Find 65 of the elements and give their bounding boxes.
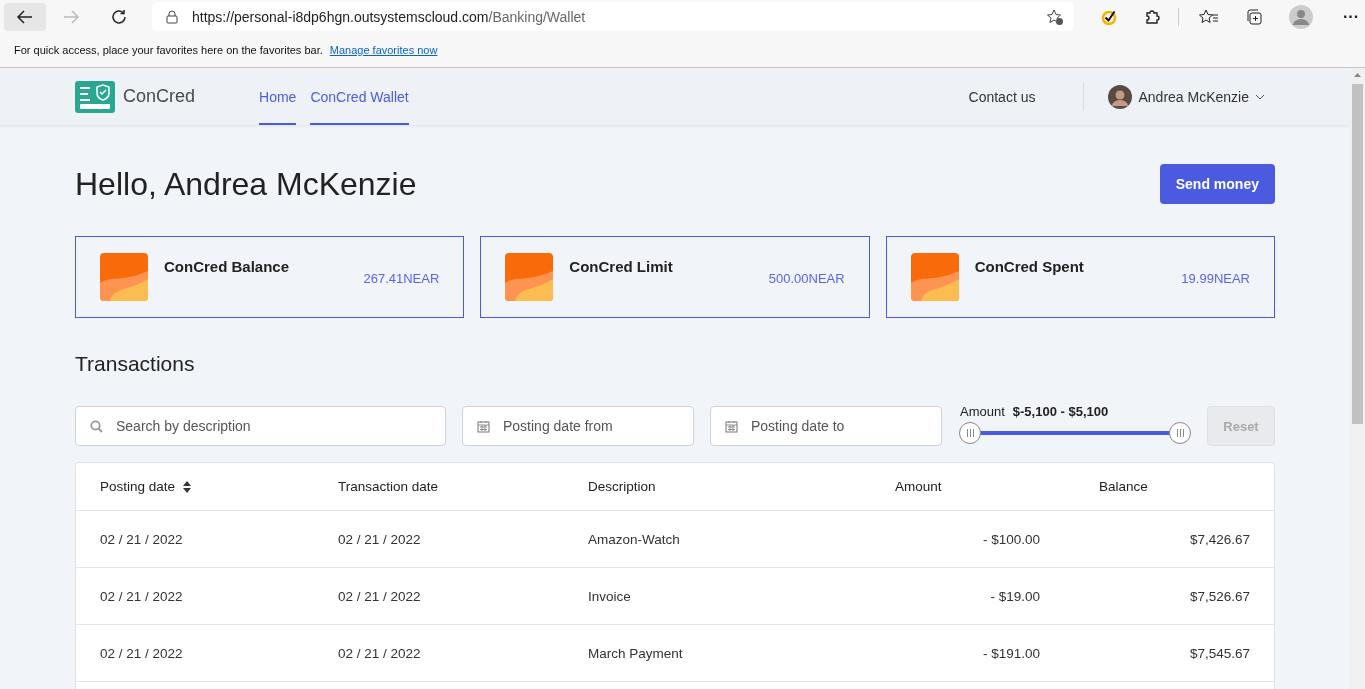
nav-tab[interactable]: ConCred Wallet <box>310 68 409 125</box>
date-from-field[interactable]: Posting date from <box>462 406 694 446</box>
table-cell: March Payment <box>588 645 683 661</box>
back-button[interactable] <box>4 2 46 31</box>
manage-favorites-link[interactable]: Manage favorites now <box>329 44 438 56</box>
table-cell: 02 / 21 / 2022 <box>338 645 421 661</box>
card-value: 500.00NEAR <box>768 271 845 286</box>
calendar-icon <box>477 420 490 433</box>
table-cell: - $191.00 <box>982 645 1040 661</box>
column-header[interactable]: Amount <box>895 479 942 494</box>
logo-icon <box>75 80 115 113</box>
refresh-icon <box>110 7 128 26</box>
send-money-button[interactable]: Send money <box>1159 164 1275 204</box>
back-arrow-icon <box>16 7 34 26</box>
card-title: ConCred Spent <box>974 258 1085 275</box>
sort-icon[interactable] <box>183 480 192 493</box>
search-field[interactable]: Search by description <box>75 406 446 446</box>
address-bar[interactable]: https://personal-i8dp6hgn.outsystemscloud.com/Banking/Wallet <box>152 2 1074 31</box>
table-cell: $7,526.67 <box>1189 588 1250 604</box>
search-icon <box>90 420 103 433</box>
brand-name: ConCred <box>123 86 196 107</box>
card-value: 19.99NEAR <box>1181 271 1250 286</box>
scrollbar[interactable] <box>1350 68 1365 689</box>
amount-label: Amount <box>960 403 1005 419</box>
card-title: ConCred Balance <box>164 258 291 275</box>
table-cell: 02 / 21 / 2022 <box>100 531 183 547</box>
table-cell: 02 / 21 / 2022 <box>100 645 183 661</box>
amount-range: $-5,100 - $5,100 <box>1012 403 1109 419</box>
table-cell: - $19.00 <box>990 588 1040 604</box>
favorites-icon[interactable] <box>1199 7 1219 26</box>
column-header[interactable]: Transaction date <box>338 479 439 494</box>
card-icon <box>100 253 148 301</box>
chevron-down-icon <box>1255 93 1265 100</box>
card-icon <box>910 253 959 301</box>
table-cell: $7,426.67 <box>1189 531 1250 547</box>
card-icon <box>505 253 554 301</box>
lock-icon <box>166 9 178 24</box>
table-cell: 02 / 21 / 2022 <box>100 588 183 604</box>
contact-link[interactable]: Contact us <box>968 88 1036 105</box>
nav-tab[interactable]: Home <box>259 68 297 125</box>
table-cell: Invoice <box>588 588 631 604</box>
card-value: 267.41NEAR <box>363 271 440 286</box>
favorites-prompt: For quick access, place your favorites here on the favorites bar. <box>14 44 323 56</box>
column-header[interactable]: Description <box>588 479 656 494</box>
user-menu[interactable]: Andrea McKenzie <box>1108 84 1275 109</box>
section-title: Transactions <box>75 352 196 377</box>
table-cell: Amazon-Watch <box>588 531 680 547</box>
card-title: ConCred Limit <box>569 258 674 275</box>
table-cell: 02 / 21 / 2022 <box>338 531 421 547</box>
greeting: Hello, Andrea McKenzie <box>75 165 417 203</box>
forward-arrow-icon <box>62 7 80 26</box>
table-cell: $7,545.67 <box>1189 645 1250 661</box>
column-header[interactable]: Posting date <box>100 479 176 494</box>
add-favorite-icon[interactable] <box>1046 7 1064 26</box>
more-button[interactable]: ··· <box>1337 7 1365 26</box>
avatar <box>1108 84 1133 109</box>
date-to-field[interactable]: Posting date to <box>710 406 942 446</box>
column-header[interactable]: Balance <box>1099 479 1148 494</box>
table-cell: - $100.00 <box>982 531 1040 547</box>
calendar-icon <box>725 420 738 433</box>
puzzle-icon[interactable] <box>1144 7 1162 26</box>
profile-icon[interactable] <box>1289 4 1313 29</box>
table-cell: 02 / 21 / 2022 <box>338 588 421 604</box>
collections-icon[interactable] <box>1245 7 1263 26</box>
url-text: https://personal-i8dp6hgn.outsystemscloud.com/Banking/Wallet <box>192 8 587 25</box>
